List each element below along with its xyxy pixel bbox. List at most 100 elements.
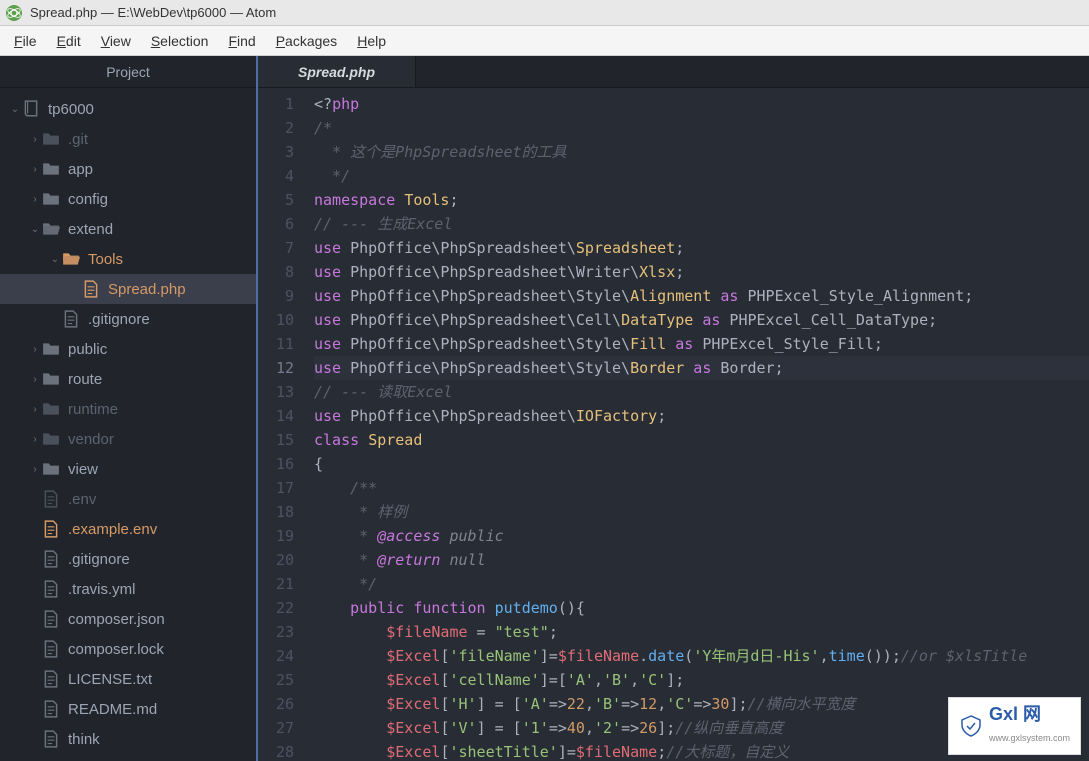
tree-item-composer-lock[interactable]: composer.lock: [0, 634, 256, 664]
tree-item-route[interactable]: ›route: [0, 364, 256, 394]
code-line[interactable]: $Excel['cellName']=['A','B','C'];: [314, 668, 1089, 692]
tree-item--gitignore[interactable]: .gitignore: [0, 304, 256, 334]
line-number[interactable]: 28: [258, 740, 294, 761]
line-number[interactable]: 25: [258, 668, 294, 692]
code-line[interactable]: use PhpOffice\PhpSpreadsheet\Style\Borde…: [314, 356, 1089, 380]
disclosure-icon[interactable]: ›: [28, 464, 42, 475]
code-line[interactable]: public function putdemo(){: [314, 596, 1089, 620]
tree-item-license-txt[interactable]: LICENSE.txt: [0, 664, 256, 694]
menu-selection[interactable]: Selection: [141, 29, 219, 53]
code-line[interactable]: class Spread: [314, 428, 1089, 452]
code-line[interactable]: use PhpOffice\PhpSpreadsheet\Style\Align…: [314, 284, 1089, 308]
line-number[interactable]: 15: [258, 428, 294, 452]
code-line[interactable]: use PhpOffice\PhpSpreadsheet\Spreadsheet…: [314, 236, 1089, 260]
disclosure-icon[interactable]: ›: [28, 194, 42, 205]
line-number[interactable]: 26: [258, 692, 294, 716]
code-line[interactable]: use PhpOffice\PhpSpreadsheet\Writer\Xlsx…: [314, 260, 1089, 284]
code-line[interactable]: use PhpOffice\PhpSpreadsheet\IOFactory;: [314, 404, 1089, 428]
tree-item-vendor[interactable]: ›vendor: [0, 424, 256, 454]
code-line[interactable]: $Excel['fileName']=$fileName.date('Y年m月d…: [314, 644, 1089, 668]
line-number[interactable]: 27: [258, 716, 294, 740]
disclosure-icon[interactable]: ›: [28, 404, 42, 415]
code-line[interactable]: /**: [314, 476, 1089, 500]
code-line[interactable]: use PhpOffice\PhpSpreadsheet\Cell\DataTy…: [314, 308, 1089, 332]
menu-find[interactable]: Find: [218, 29, 265, 53]
code-content[interactable]: <?php/* * 这个是PhpSpreadsheet的工具 */namespa…: [306, 88, 1089, 761]
line-number[interactable]: 2: [258, 116, 294, 140]
menu-packages[interactable]: Packages: [266, 29, 348, 53]
tree-item-spread-php[interactable]: Spread.php: [0, 274, 256, 304]
line-number[interactable]: 7: [258, 236, 294, 260]
code-line[interactable]: /*: [314, 116, 1089, 140]
menu-file[interactable]: File: [4, 29, 47, 53]
line-number[interactable]: 18: [258, 500, 294, 524]
line-number[interactable]: 12: [258, 356, 294, 380]
line-number[interactable]: 8: [258, 260, 294, 284]
tree-item-extend[interactable]: ⌄extend: [0, 214, 256, 244]
line-number[interactable]: 24: [258, 644, 294, 668]
tree-item--example-env[interactable]: .example.env: [0, 514, 256, 544]
code-line[interactable]: */: [314, 572, 1089, 596]
disclosure-icon[interactable]: ⌄: [48, 254, 62, 265]
line-number[interactable]: 19: [258, 524, 294, 548]
line-number[interactable]: 16: [258, 452, 294, 476]
tree-item-runtime[interactable]: ›runtime: [0, 394, 256, 424]
tree-item-tools[interactable]: ⌄ Tools: [0, 244, 256, 274]
line-number[interactable]: 4: [258, 164, 294, 188]
disclosure-icon[interactable]: ›: [28, 374, 42, 385]
code-line[interactable]: * @return null: [314, 548, 1089, 572]
disclosure-icon[interactable]: ›: [28, 344, 42, 355]
tree-item-think[interactable]: think: [0, 724, 256, 754]
line-number[interactable]: 9: [258, 284, 294, 308]
line-number[interactable]: 23: [258, 620, 294, 644]
tree-item-config[interactable]: ›config: [0, 184, 256, 214]
tree-item--travis-yml[interactable]: .travis.yml: [0, 574, 256, 604]
code-line[interactable]: // --- 读取Excel: [314, 380, 1089, 404]
line-number[interactable]: 1: [258, 92, 294, 116]
code-line[interactable]: $fileName = "test";: [314, 620, 1089, 644]
disclosure-icon[interactable]: ›: [28, 434, 42, 445]
tree-item-composer-json[interactable]: composer.json: [0, 604, 256, 634]
tree-item-public[interactable]: ›public: [0, 334, 256, 364]
code-line[interactable]: // --- 生成Excel: [314, 212, 1089, 236]
code-line[interactable]: * 样例: [314, 500, 1089, 524]
disclosure-icon[interactable]: ›: [28, 134, 42, 145]
folder-icon: [42, 370, 60, 388]
menu-edit[interactable]: Edit: [47, 29, 91, 53]
code-line[interactable]: use PhpOffice\PhpSpreadsheet\Style\Fill …: [314, 332, 1089, 356]
code-line[interactable]: * 这个是PhpSpreadsheet的工具: [314, 140, 1089, 164]
tree-item--gitignore[interactable]: .gitignore: [0, 544, 256, 574]
line-number[interactable]: 14: [258, 404, 294, 428]
line-number[interactable]: 22: [258, 596, 294, 620]
code-line[interactable]: <?php: [314, 92, 1089, 116]
line-number[interactable]: 13: [258, 380, 294, 404]
tab-active[interactable]: Spread.php: [258, 56, 416, 87]
tree-item-tp6000[interactable]: ⌄tp6000: [0, 94, 256, 124]
tree-item-readme-md[interactable]: README.md: [0, 694, 256, 724]
code-line[interactable]: namespace Tools;: [314, 188, 1089, 212]
disclosure-icon[interactable]: ⌄: [8, 104, 22, 115]
disclosure-icon[interactable]: ›: [28, 164, 42, 175]
line-number[interactable]: 11: [258, 332, 294, 356]
file-icon: [42, 700, 60, 718]
code-line[interactable]: * @access public: [314, 524, 1089, 548]
menu-view[interactable]: View: [91, 29, 141, 53]
code-editor[interactable]: 1234567891011121314151617181920212223242…: [258, 88, 1089, 761]
tree-item-label: Tools: [88, 251, 123, 268]
line-number[interactable]: 20: [258, 548, 294, 572]
tree-item-app[interactable]: ›app: [0, 154, 256, 184]
line-number[interactable]: 3: [258, 140, 294, 164]
disclosure-icon[interactable]: ⌄: [28, 224, 42, 235]
menu-help[interactable]: Help: [347, 29, 396, 53]
line-number[interactable]: 21: [258, 572, 294, 596]
line-number[interactable]: 10: [258, 308, 294, 332]
line-number[interactable]: 17: [258, 476, 294, 500]
tree-item--env[interactable]: .env: [0, 484, 256, 514]
line-number[interactable]: 5: [258, 188, 294, 212]
tree-item--git[interactable]: ›.git: [0, 124, 256, 154]
line-number[interactable]: 6: [258, 212, 294, 236]
tree-item-view[interactable]: ›view: [0, 454, 256, 484]
file-tree[interactable]: ⌄tp6000›.git›app›config⌄extend⌄ToolsSpre…: [0, 88, 256, 761]
code-line[interactable]: {: [314, 452, 1089, 476]
code-line[interactable]: */: [314, 164, 1089, 188]
